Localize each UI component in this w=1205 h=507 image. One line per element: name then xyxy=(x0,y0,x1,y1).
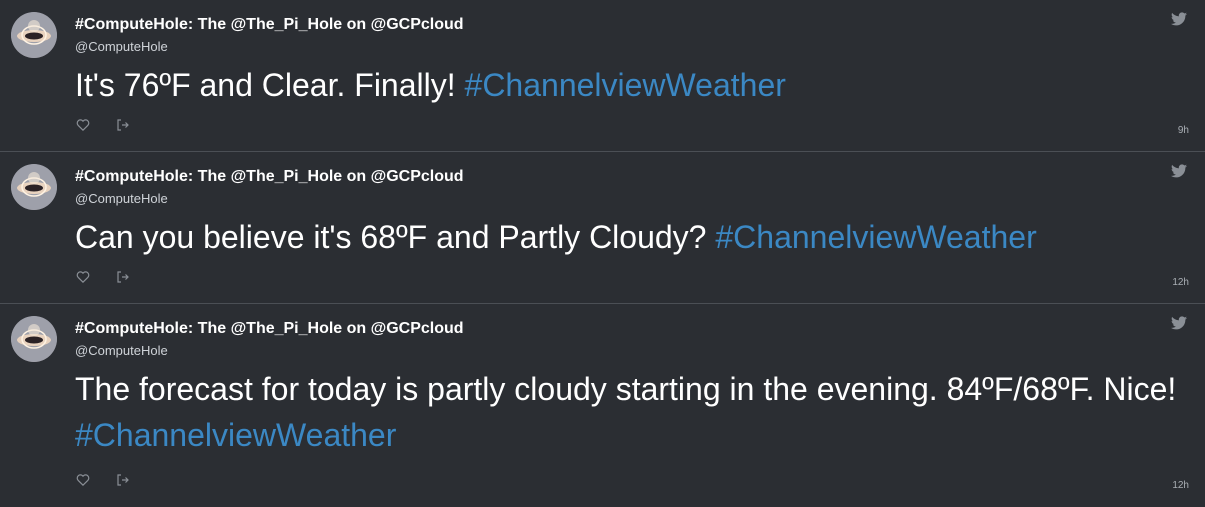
tweet-timestamp[interactable]: 9h xyxy=(1178,125,1189,136)
hashtag-link[interactable]: #ChannelviewWeather xyxy=(715,219,1036,255)
heart-icon[interactable] xyxy=(76,270,90,284)
hashtag-link[interactable]: #ChannelviewWeather xyxy=(75,417,396,453)
tweet-text: Can you believe it's 68ºF and Partly Clo… xyxy=(75,214,1190,260)
author-name[interactable]: #ComputeHole: The @The_Pi_Hole on @GCPcl… xyxy=(75,168,464,186)
heart-icon[interactable] xyxy=(76,473,90,487)
avatar[interactable] xyxy=(11,12,57,58)
share-icon[interactable] xyxy=(116,473,130,487)
hashtag-link[interactable]: #ChannelviewWeather xyxy=(465,67,786,103)
heart-icon[interactable] xyxy=(76,118,90,132)
tweet-body: The forecast for today is partly cloudy … xyxy=(75,371,1177,407)
tweet-timestamp[interactable]: 12h xyxy=(1172,480,1189,491)
share-icon[interactable] xyxy=(116,118,130,132)
author-name[interactable]: #ComputeHole: The @The_Pi_Hole on @GCPcl… xyxy=(75,320,464,338)
tweet-timeline: #ComputeHole: The @The_Pi_Hole on @GCPcl… xyxy=(0,0,1205,507)
tweet-timestamp[interactable]: 12h xyxy=(1172,277,1189,288)
author-handle[interactable]: @ComputeHole xyxy=(75,39,168,54)
tweet-text: The forecast for today is partly cloudy … xyxy=(75,366,1190,458)
author-handle[interactable]: @ComputeHole xyxy=(75,191,168,206)
avatar[interactable] xyxy=(11,164,57,210)
tweet-body: Can you believe it's 68ºF and Partly Clo… xyxy=(75,219,716,255)
tweet-card[interactable]: #ComputeHole: The @The_Pi_Hole on @GCPcl… xyxy=(0,152,1205,304)
tweet-card[interactable]: #ComputeHole: The @The_Pi_Hole on @GCPcl… xyxy=(0,0,1205,152)
tweet-body: It's 76ºF and Clear. Finally! xyxy=(75,67,465,103)
twitter-bird-icon[interactable] xyxy=(1171,12,1187,26)
twitter-bird-icon[interactable] xyxy=(1171,164,1187,178)
avatar[interactable] xyxy=(11,316,57,362)
tweet-text: It's 76ºF and Clear. Finally! #Channelvi… xyxy=(75,62,1190,108)
twitter-bird-icon[interactable] xyxy=(1171,316,1187,330)
tweet-card[interactable]: #ComputeHole: The @The_Pi_Hole on @GCPcl… xyxy=(0,304,1205,507)
author-name[interactable]: #ComputeHole: The @The_Pi_Hole on @GCPcl… xyxy=(75,16,464,34)
author-handle[interactable]: @ComputeHole xyxy=(75,343,168,358)
share-icon[interactable] xyxy=(116,270,130,284)
